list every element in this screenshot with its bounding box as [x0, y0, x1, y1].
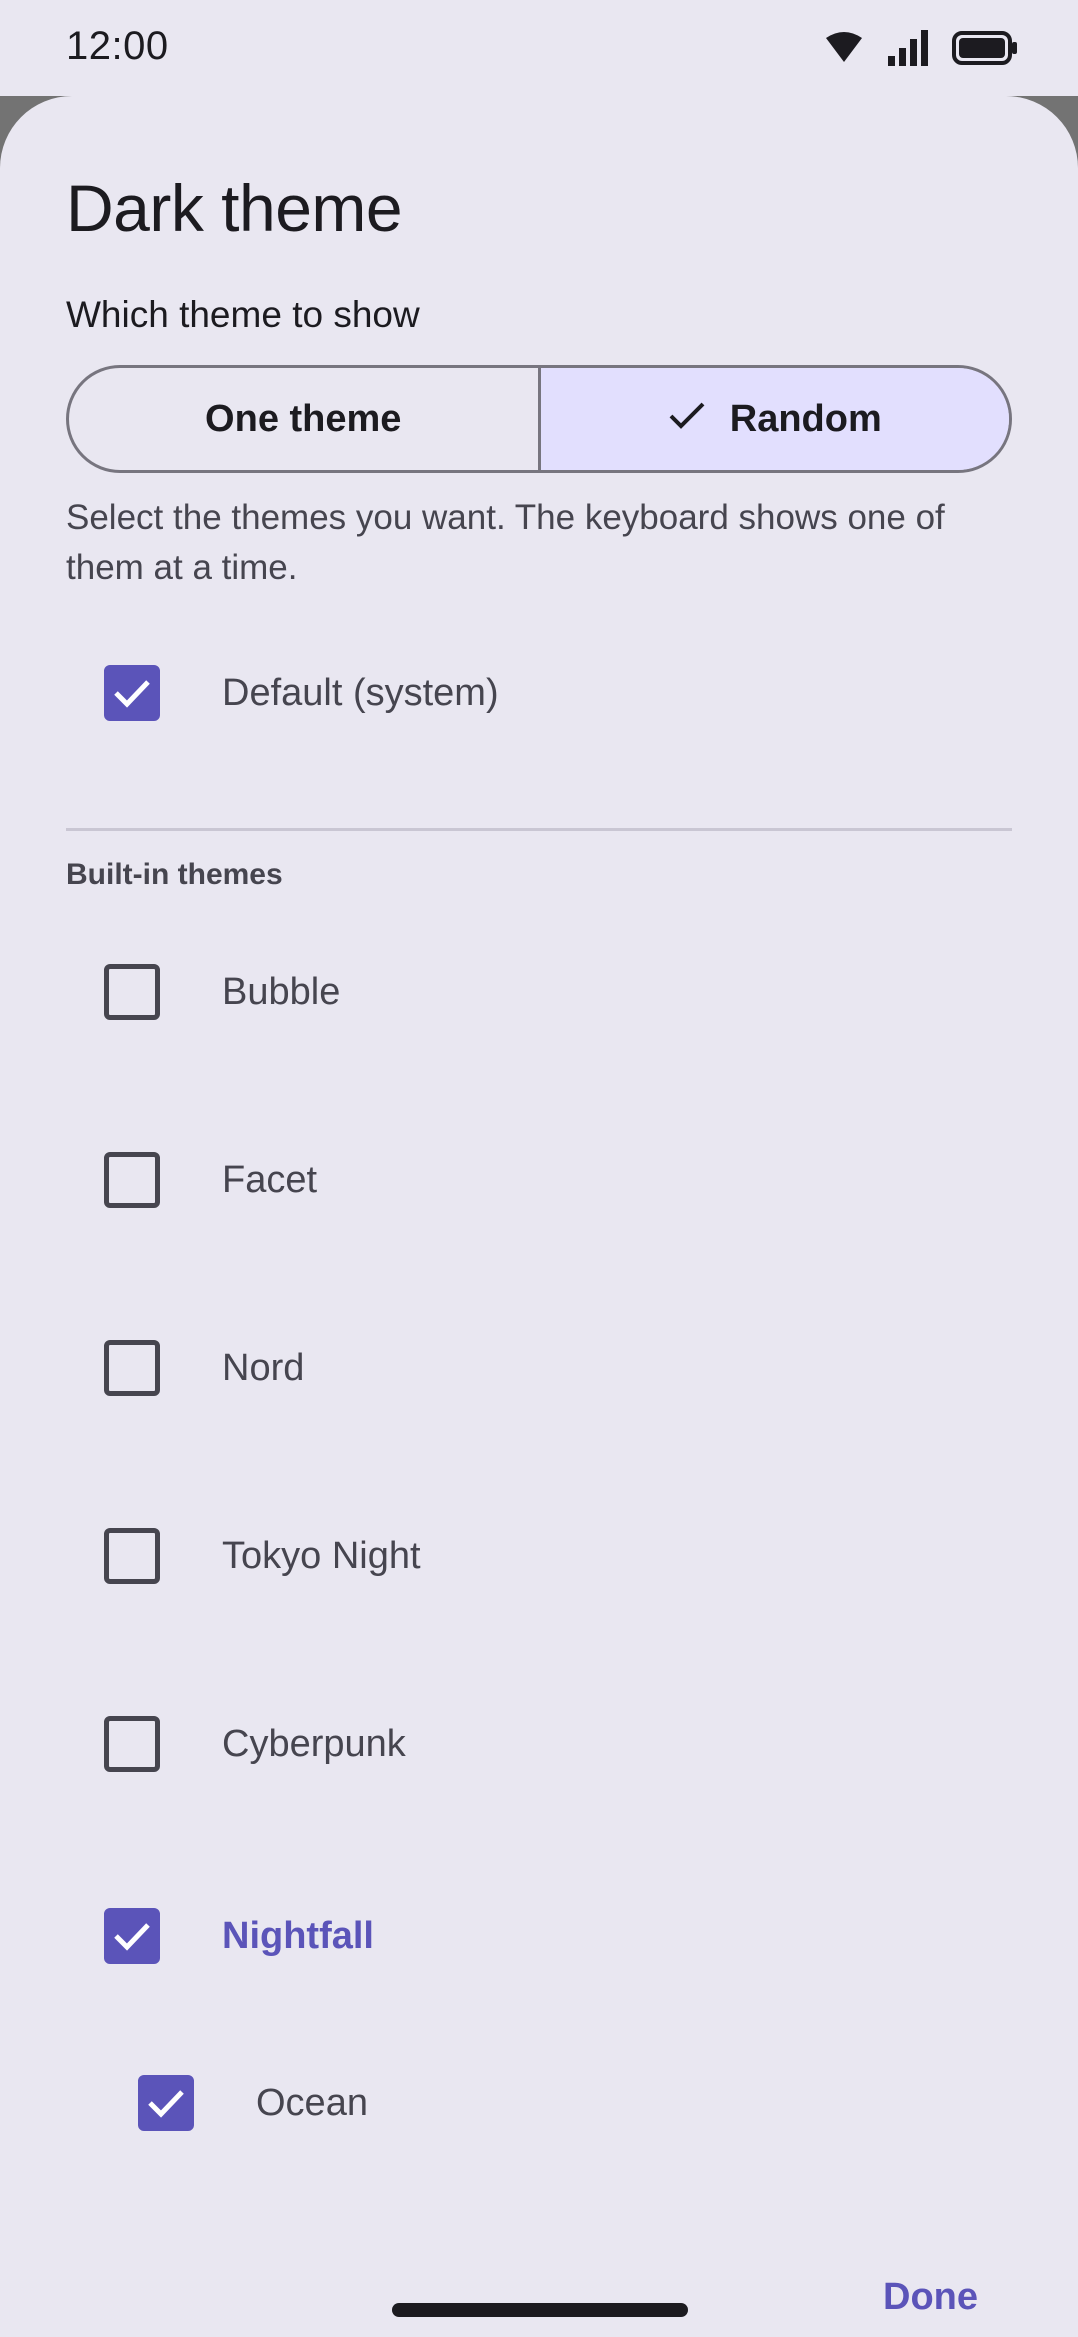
sheet-title: Dark theme [66, 171, 403, 245]
theme-label: Nightfall [222, 1914, 374, 1957]
segment-label: One theme [205, 397, 402, 440]
checkbox-checked[interactable] [104, 1908, 160, 1964]
theme-facet[interactable]: Facet [66, 1130, 1012, 1230]
checkbox-checked[interactable] [138, 2075, 194, 2131]
check-icon [148, 2090, 184, 2118]
checkbox-unchecked[interactable] [104, 1152, 160, 1208]
option-label: Default (system) [222, 671, 499, 714]
battery-icon [952, 31, 1018, 65]
check-icon [668, 398, 706, 441]
status-icons [824, 28, 1018, 68]
theme-mode-toggle: One theme Random [66, 365, 1012, 473]
check-icon [114, 1923, 150, 1951]
signal-icon [886, 30, 930, 66]
checkbox-unchecked[interactable] [104, 1528, 160, 1584]
checkbox-unchecked[interactable] [104, 1340, 160, 1396]
screen: 12:00 Dark theme Which theme to show One… [0, 0, 1078, 2337]
checkbox-unchecked[interactable] [104, 1716, 160, 1772]
theme-cyberpunk[interactable]: Cyberpunk [66, 1694, 1012, 1794]
wifi-icon [824, 32, 864, 64]
status-bar: 12:00 [0, 0, 1078, 96]
checkbox-unchecked[interactable] [104, 964, 160, 1020]
status-time: 12:00 [66, 24, 169, 68]
segment-label: Random [729, 397, 882, 440]
checkbox-checked[interactable] [104, 665, 160, 721]
theme-nord[interactable]: Nord [66, 1318, 1012, 1418]
theme-label: Nord [222, 1346, 305, 1389]
theme-tokyo-night[interactable]: Tokyo Night [66, 1506, 1012, 1606]
check-icon [114, 680, 150, 708]
theme-ocean[interactable]: Ocean [100, 2053, 1046, 2153]
option-default-system[interactable]: Default (system) [66, 643, 1012, 743]
divider [66, 828, 1012, 831]
section-header: Built-in themes [66, 858, 283, 891]
theme-label: Facet [222, 1158, 318, 1201]
theme-bubble[interactable]: Bubble [66, 942, 1012, 1042]
segment-one-theme[interactable]: One theme [69, 368, 538, 470]
theme-nightfall[interactable]: Nightfall [66, 1886, 1012, 1986]
description-text: Select the themes you want. The keyboard… [66, 498, 945, 587]
theme-label: Cyberpunk [222, 1722, 406, 1765]
sheet-subtitle: Which theme to show [66, 294, 420, 335]
theme-label: Tokyo Night [222, 1534, 421, 1577]
theme-label: Ocean [256, 2081, 368, 2124]
theme-label: Bubble [222, 970, 341, 1013]
done-button[interactable]: Done [883, 2276, 978, 2319]
home-indicator[interactable] [392, 2303, 688, 2317]
segment-random[interactable]: Random [537, 368, 1009, 470]
